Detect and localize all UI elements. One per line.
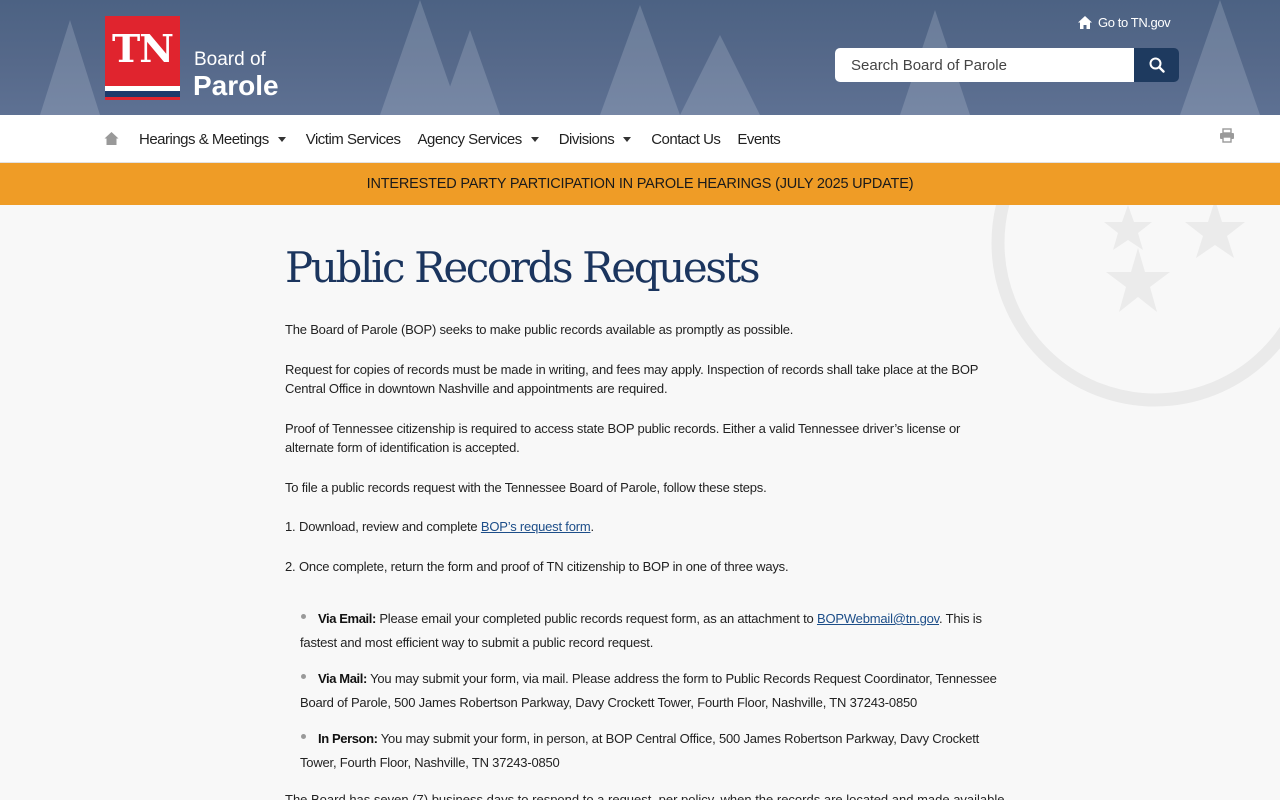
bullet-icon [301, 734, 306, 739]
nav-item-hearings-meetings[interactable]: Hearings & Meetings [139, 131, 289, 148]
nav-item-label: Victim Services [305, 130, 401, 148]
citizenship-paragraph: Proof of Tennessee citizenship is requir… [285, 420, 961, 456]
step-text: Download, review and complete BOP’s requ… [299, 519, 594, 534]
step-1: 1. Download, review and complete BOP’s r… [285, 517, 1005, 537]
search-form [835, 48, 1179, 82]
response-time-paragraph: The Board has seven (7) business days to… [285, 792, 1009, 800]
alert-banner-link[interactable]: INTERESTED PARTY PARTICIPATION IN PAROLE… [367, 176, 914, 192]
step-text: Once complete, return the form and proof… [299, 559, 789, 574]
alert-banner: INTERESTED PARTY PARTICIPATION IN PAROLE… [0, 163, 1280, 205]
bullet-icon [301, 674, 306, 679]
main-navigation: Hearings & Meetings Victim Services Agen… [0, 115, 1280, 163]
search-input[interactable] [835, 48, 1134, 82]
intro-paragraph: The Board of Parole (BOP) seeks to make … [285, 322, 794, 337]
method-label: Via Email: [318, 611, 376, 626]
site-header: TN Board of Parole Go to TN.gov [0, 0, 1280, 115]
search-icon [1149, 57, 1165, 73]
caret-down-icon [530, 136, 539, 142]
nav-item-contact-us[interactable]: Contact Us [651, 130, 721, 148]
request-form-link[interactable]: BOP’s request form [481, 519, 591, 534]
submission-methods-list: Via Email: Please email your completed p… [300, 607, 1000, 775]
steps-intro-paragraph: To file a public records request with th… [285, 479, 767, 495]
nav-item-victim-services[interactable]: Victim Services [306, 131, 401, 148]
board-of-parole-logo[interactable]: TN Board of Parole [105, 16, 285, 101]
go-to-tn-gov-link[interactable]: Go to TN.gov [1078, 15, 1171, 30]
tristar-watermark-icon [991, 205, 1280, 407]
home-icon [1078, 16, 1092, 29]
method-label: In Person: [318, 731, 378, 746]
step-number: 1. [285, 519, 296, 534]
logo-board-of-text: Board of [194, 49, 266, 70]
nav-item-label: Contact Us [651, 130, 721, 148]
step-2: 2. Once complete, return the form and pr… [285, 557, 1005, 577]
logo-tn-text: TN [111, 26, 174, 71]
nav-item-events[interactable]: Events [737, 131, 780, 148]
list-item-via-email: Via Email: Please email your completed p… [300, 611, 982, 650]
method-label: Via Mail: [318, 671, 367, 686]
logo-parole-text: Parole [193, 70, 279, 101]
page-title: Public Records Requests [285, 243, 761, 292]
go-to-tn-gov-label: Go to TN.gov [1098, 15, 1171, 30]
nav-item-divisions[interactable]: Divisions [559, 131, 635, 148]
caret-down-icon [623, 136, 632, 142]
nav-menu: Hearings & Meetings Victim Services Agen… [139, 115, 797, 163]
print-icon[interactable] [1219, 128, 1235, 143]
nav-item-label: Agency Services [417, 130, 522, 148]
writing-fees-paragraph: Request for copies of records must be ma… [285, 361, 978, 397]
tn-logo-mark: TN [105, 16, 180, 100]
nav-item-agency-services[interactable]: Agency Services [417, 131, 541, 148]
bullet-icon [301, 614, 306, 619]
nav-item-label: Hearings & Meetings [139, 130, 269, 148]
home-icon[interactable] [104, 131, 119, 146]
nav-item-label: Events [737, 130, 781, 148]
email-link[interactable]: BOPWebmail@tn.gov [817, 611, 939, 626]
list-item-via-mail: Via Mail: You may submit your form, via … [300, 671, 997, 710]
main-content: Public Records Requests The Board of Par… [285, 240, 1005, 787]
search-button[interactable] [1134, 48, 1179, 82]
nav-item-label: Divisions [558, 130, 615, 148]
list-item-in-person: In Person: You may submit your form, in … [300, 731, 980, 770]
caret-down-icon [277, 136, 286, 142]
step-number: 2. [285, 559, 296, 574]
